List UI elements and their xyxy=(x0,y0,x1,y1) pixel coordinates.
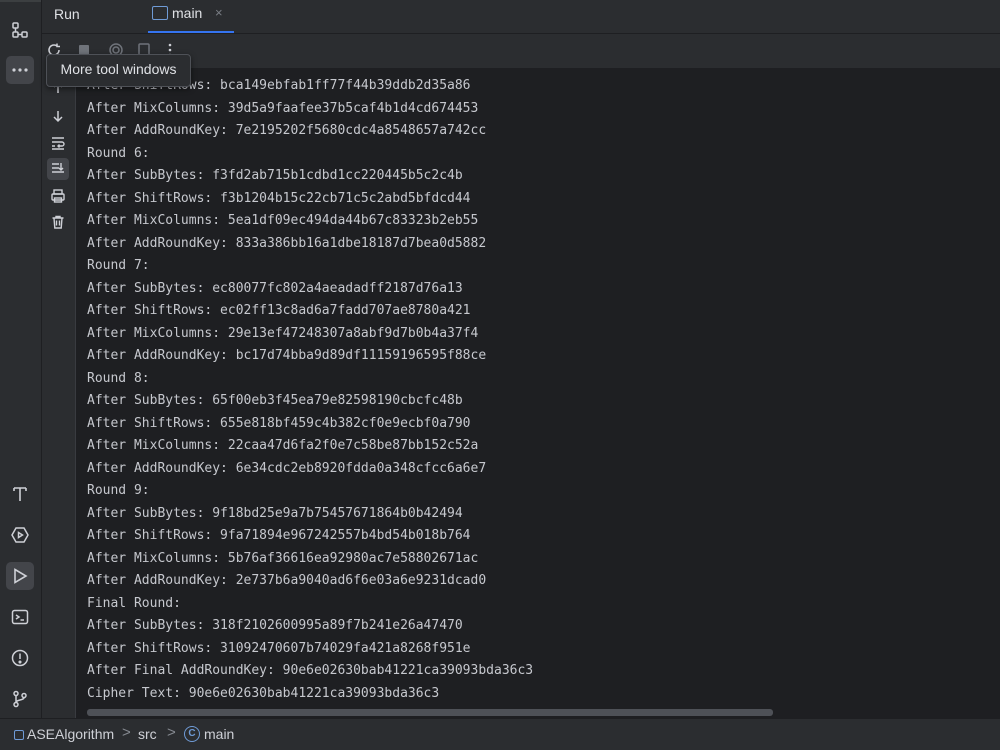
console-line: After MixColumns: 22caa47d6fa2f0e7c58be8… xyxy=(87,438,479,453)
console-line: Round 7: xyxy=(87,258,150,273)
console-line: After SubBytes: ec80077fc802a4aeadadff21… xyxy=(87,281,463,296)
console-line: After AddRoundKey: 6e34cdc2eb8920fdda0a3… xyxy=(87,461,487,476)
strip-divider xyxy=(0,0,41,2)
structure-icon[interactable] xyxy=(6,16,34,44)
project-icon xyxy=(14,730,24,740)
run-icon[interactable] xyxy=(6,562,34,590)
console-line: After MixColumns: 5b76af36616ea92980ac7e… xyxy=(87,551,479,566)
soft-wrap-icon[interactable] xyxy=(47,132,69,154)
console-line: After MixColumns: 39d5a9faafee37b5caf4b1… xyxy=(87,101,479,116)
console-line: After SubBytes: f3fd2ab715b1cdbd1cc22044… xyxy=(87,168,463,183)
console-line: After SubBytes: 65f00eb3f45ea79e82598190… xyxy=(87,393,463,408)
console-line: After ShiftRows: 9fa71894e967242557b4bd5… xyxy=(87,528,471,543)
more-tool-windows-icon[interactable] xyxy=(6,56,34,84)
chevron-right-icon: > xyxy=(122,724,131,741)
console-line: Round 8: xyxy=(87,371,150,386)
console-side-toolbar xyxy=(42,68,76,718)
console-line: After ShiftRows: ec02ff13c8ad6a7fadd707a… xyxy=(87,303,471,318)
console-line: After AddRoundKey: 2e737b6a9040ad6f6e03a… xyxy=(87,573,487,588)
tool-window-title: Run xyxy=(54,6,80,22)
active-tab-indicator xyxy=(148,31,234,33)
console-line: After Final AddRoundKey: 90e6e02630bab41… xyxy=(87,663,534,678)
console-line: After AddRoundKey: 7e2195202f5680cdc4a85… xyxy=(87,123,487,138)
tooltip: More tool windows xyxy=(46,54,191,87)
console-line: Round 6: xyxy=(87,146,150,161)
breadcrumb-folder[interactable]: src xyxy=(138,726,157,742)
console-line: After MixColumns: 5ea1df09ec494da44b67c8… xyxy=(87,213,479,228)
left-tool-strip xyxy=(0,0,42,718)
typography-icon[interactable] xyxy=(6,480,34,508)
problems-icon[interactable] xyxy=(6,644,34,672)
console-line: After ShiftRows: 655e818bf459c4b382cf0e9… xyxy=(87,416,471,431)
terminal-icon[interactable] xyxy=(6,603,34,631)
clear-all-icon[interactable] xyxy=(47,211,69,233)
tab-label: main xyxy=(172,5,203,21)
tab-main[interactable]: main × xyxy=(148,0,234,33)
console-line: After SubBytes: 318f2102600995a89f7b241e… xyxy=(87,618,463,633)
scroll-down-icon[interactable] xyxy=(47,105,69,127)
console-line: After ShiftRows: 31092470607b74029fa421a… xyxy=(87,641,471,656)
console-line: Round 9: xyxy=(87,483,150,498)
close-icon[interactable]: × xyxy=(215,5,223,20)
console-line: Final Round: xyxy=(87,596,181,611)
print-icon[interactable] xyxy=(47,185,69,207)
console-line: Cipher Text: 90e6e02630bab41221ca39093bd… xyxy=(87,686,440,701)
horizontal-scrollbar[interactable] xyxy=(87,709,773,716)
console-tab-icon xyxy=(152,6,168,20)
services-icon[interactable] xyxy=(6,521,34,549)
run-tool-window-header: Run main × xyxy=(42,0,1000,34)
console-line: After MixColumns: 29e13ef47248307a8abf9d… xyxy=(87,326,479,341)
scroll-to-end-icon[interactable] xyxy=(47,158,69,180)
breadcrumb-file[interactable]: main xyxy=(204,726,234,742)
git-icon[interactable] xyxy=(6,685,34,713)
console-line: After SubBytes: 9f18bd25e9a7b75457671864… xyxy=(87,506,463,521)
breadcrumb-project[interactable]: ASEAlgorithm xyxy=(27,726,114,742)
class-icon: C xyxy=(184,726,200,742)
console-line: After AddRoundKey: bc17d74bba9d89df11159… xyxy=(87,348,487,363)
console-line: After AddRoundKey: 833a386bb16a1dbe18187… xyxy=(87,236,487,251)
console-output[interactable]: After ShiftRows: bca149ebfab1ff77f44b39d… xyxy=(76,68,1000,718)
console-line: After ShiftRows: f3b1204b15c22cb71c5c2ab… xyxy=(87,191,471,206)
breadcrumb: ASEAlgorithm > src > C main xyxy=(0,718,1000,750)
chevron-right-icon: > xyxy=(167,724,176,741)
